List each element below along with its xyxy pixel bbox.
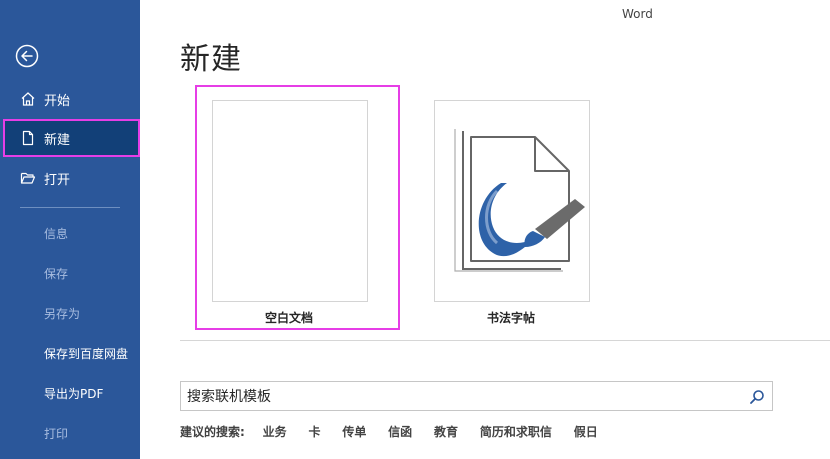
suggested-tag-holiday[interactable]: 假日 bbox=[574, 423, 598, 440]
sidebar-divider bbox=[20, 207, 120, 208]
calligraphy-template-icon bbox=[454, 129, 585, 272]
suggested-tag-card[interactable]: 卡 bbox=[308, 423, 320, 440]
backstage-sidebar: 开始 新建 打开 信息 保存 另存为 保存到百度网盘 导出为PDF 打印 bbox=[0, 0, 140, 459]
template-calligraphy[interactable] bbox=[434, 100, 590, 302]
open-folder-icon bbox=[20, 172, 36, 184]
sidebar-item-print[interactable]: 打印 bbox=[44, 424, 68, 444]
sidebar-item-new[interactable]: 新建 bbox=[3, 119, 140, 157]
back-arrow-icon[interactable] bbox=[15, 44, 39, 68]
home-icon bbox=[21, 92, 35, 106]
sidebar-item-label: 新建 bbox=[44, 132, 71, 148]
search-input[interactable] bbox=[187, 387, 727, 407]
section-divider bbox=[180, 340, 830, 341]
sidebar-item-home[interactable]: 开始 bbox=[0, 80, 140, 118]
sidebar-item-label: 开始 bbox=[44, 93, 71, 109]
suggested-tag-letter[interactable]: 信函 bbox=[388, 423, 412, 440]
app-title: Word bbox=[622, 7, 653, 21]
template-search-box bbox=[180, 381, 773, 411]
page-title: 新建 bbox=[180, 42, 242, 77]
sidebar-item-label: 打开 bbox=[44, 172, 71, 188]
template-label: 书法字帖 bbox=[486, 311, 535, 325]
sidebar-item-save-to-baidu[interactable]: 保存到百度网盘 bbox=[44, 344, 128, 364]
suggested-searches-label: 建议的搜索: bbox=[180, 425, 245, 439]
suggested-tag-flyer[interactable]: 传单 bbox=[342, 423, 366, 440]
sidebar-item-open[interactable]: 打开 bbox=[0, 159, 140, 197]
sidebar-item-save[interactable]: 保存 bbox=[44, 264, 68, 284]
template-selection-highlight bbox=[195, 85, 400, 330]
new-document-icon bbox=[22, 130, 34, 146]
search-icon[interactable] bbox=[748, 388, 766, 406]
suggested-tag-education[interactable]: 教育 bbox=[434, 423, 458, 440]
suggested-tag-business[interactable]: 业务 bbox=[263, 423, 287, 440]
sidebar-item-info[interactable]: 信息 bbox=[44, 224, 68, 244]
sidebar-item-save-as[interactable]: 另存为 bbox=[44, 304, 80, 324]
suggested-searches: 建议的搜索: 业务 卡 传单 信函 教育 简历和求职信 假日 bbox=[180, 423, 616, 439]
sidebar-item-export-pdf[interactable]: 导出为PDF bbox=[44, 384, 103, 404]
suggested-tag-resume[interactable]: 简历和求职信 bbox=[480, 423, 552, 440]
